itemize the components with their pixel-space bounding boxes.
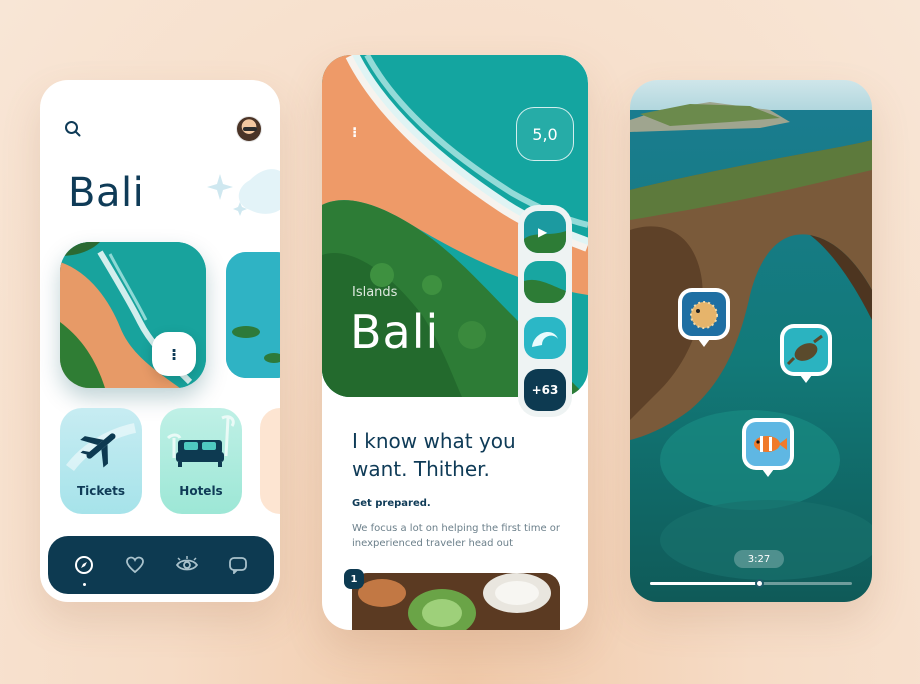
hotels-label: Hotels bbox=[179, 484, 223, 498]
headline: I know what you want. Thither. bbox=[352, 427, 562, 483]
bottom-nav bbox=[48, 536, 274, 594]
hero-subtitle: Islands bbox=[352, 285, 398, 300]
more-category-card[interactable] bbox=[260, 408, 280, 514]
bed-icon bbox=[166, 415, 235, 467]
eye-icon[interactable] bbox=[174, 552, 200, 578]
video-time: 3:27 bbox=[734, 550, 784, 568]
section-label: Get prepared. bbox=[352, 498, 431, 509]
description: We focus a lot on helping the first time… bbox=[352, 523, 561, 549]
home-screen: Bali ⁝ Tickets Hotels bbox=[40, 80, 280, 602]
pufferfish-icon bbox=[682, 292, 726, 336]
gallery-more-button[interactable]: +63 bbox=[524, 369, 566, 411]
gallery-thumb[interactable] bbox=[524, 317, 566, 359]
gallery-thumb[interactable] bbox=[524, 261, 566, 303]
tickets-category-card[interactable]: Tickets bbox=[60, 408, 142, 514]
airplane-icon bbox=[66, 423, 137, 472]
avatar[interactable] bbox=[236, 116, 262, 142]
pufferfish-pin[interactable] bbox=[678, 288, 730, 347]
tickets-label: Tickets bbox=[76, 484, 126, 498]
rating-badge: 5,0 bbox=[516, 107, 574, 161]
clownfish-icon bbox=[746, 422, 790, 466]
heart-icon[interactable] bbox=[122, 552, 148, 578]
destination-detail-screen: ⁝ 5,0 Islands Bali ▶ +63 I know what you… bbox=[322, 55, 588, 630]
gallery-strip: ▶ +63 bbox=[518, 205, 572, 417]
sparkle-decoration-icon bbox=[207, 169, 280, 216]
search-icon[interactable] bbox=[64, 120, 82, 138]
food-image[interactable] bbox=[352, 573, 560, 630]
more-dots-icon: ⁝ bbox=[170, 344, 178, 364]
page-title: Bali bbox=[68, 170, 145, 216]
video-progress-handle[interactable] bbox=[755, 579, 765, 588]
cliff-arch-image bbox=[630, 80, 872, 602]
open-card-button[interactable]: ⁝ bbox=[152, 332, 196, 376]
play-icon: ▶ bbox=[538, 225, 548, 239]
item-number-badge: 1 bbox=[344, 569, 364, 589]
secondary-destination-card[interactable] bbox=[226, 252, 280, 378]
headline-line: I know what you bbox=[352, 429, 516, 453]
chat-icon[interactable] bbox=[225, 552, 251, 578]
sea-turtle-icon bbox=[784, 328, 828, 372]
dive-spot-screen: 3:27 bbox=[630, 80, 872, 602]
clownfish-pin[interactable] bbox=[742, 418, 794, 477]
video-progress-track[interactable] bbox=[650, 579, 852, 588]
lagoon-image bbox=[226, 252, 280, 378]
active-indicator bbox=[82, 583, 86, 586]
hero-title: Bali bbox=[350, 305, 440, 359]
sea-turtle-pin[interactable] bbox=[780, 324, 832, 383]
headline-line: want. Thither. bbox=[352, 457, 490, 481]
food-photo bbox=[352, 573, 560, 630]
compass-icon[interactable] bbox=[71, 552, 97, 586]
hotels-category-card[interactable]: Hotels bbox=[160, 408, 242, 514]
video-progress-fill bbox=[650, 582, 760, 585]
gallery-video-thumb[interactable]: ▶ bbox=[524, 211, 566, 253]
back-icon[interactable]: ⁝ bbox=[352, 125, 357, 141]
